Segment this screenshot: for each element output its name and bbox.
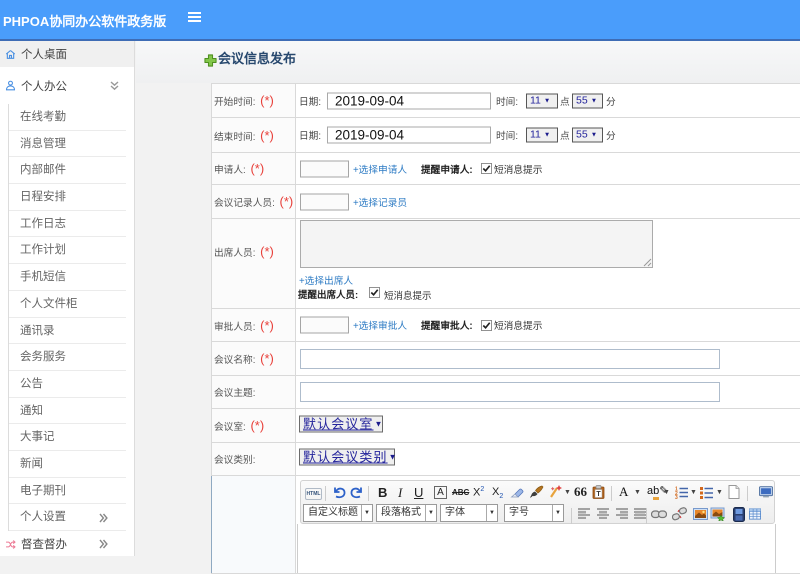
svg-text:3: 3 (675, 495, 678, 499)
svg-text:T: T (596, 491, 601, 498)
